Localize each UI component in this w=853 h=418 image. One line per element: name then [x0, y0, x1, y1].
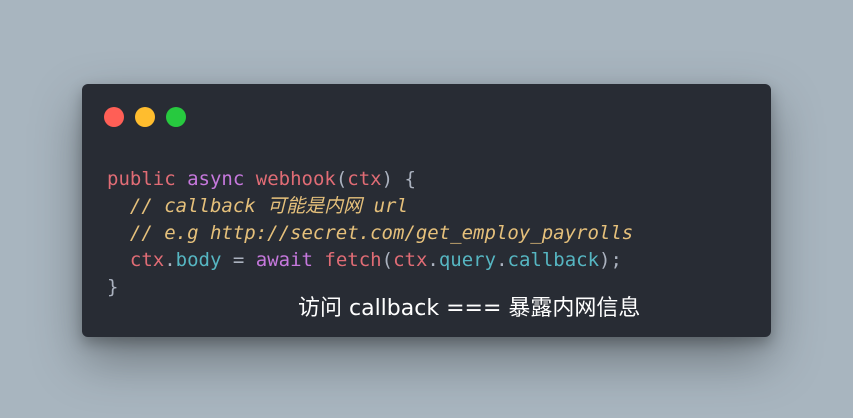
code-window: public async webhook(ctx) { // callback … — [82, 84, 771, 337]
code-token: ctx — [393, 249, 428, 271]
code-token: . — [164, 249, 176, 271]
code-line-3: // e.g http://secret.com/get_employ_payr… — [107, 220, 633, 247]
maximize-dot-icon[interactable] — [166, 107, 186, 127]
code-token: = — [221, 249, 256, 271]
code-block: public async webhook(ctx) { // callback … — [107, 166, 633, 301]
code-token: ( — [335, 168, 348, 190]
code-token: ctx — [347, 168, 382, 190]
code-token: ) { — [381, 168, 416, 190]
code-token: query — [438, 249, 497, 271]
code-line-2: // callback 可能是内网 url — [107, 193, 633, 220]
code-comment: // e.g http://secret.com/get_employ_payr… — [129, 222, 634, 244]
window-controls — [104, 107, 186, 127]
code-token: public — [107, 168, 176, 190]
code-comment: // callback 可能是内网 url — [129, 195, 408, 217]
code-token: . — [496, 249, 508, 271]
code-token: ); — [599, 249, 622, 271]
code-token: . — [427, 249, 439, 271]
code-token: webhook — [255, 168, 336, 190]
code-token: } — [107, 276, 119, 298]
code-token: ctx — [129, 249, 165, 271]
minimize-dot-icon[interactable] — [135, 107, 155, 127]
code-token: fetch — [324, 249, 382, 271]
code-token: async — [187, 168, 245, 190]
code-line-1: public async webhook(ctx) { — [107, 166, 633, 193]
caption-text: 访问 callback === 暴露内网信息 — [298, 296, 641, 321]
code-line-4: ctx.body = await fetch(ctx.query.callbac… — [107, 247, 633, 274]
code-token: callback — [507, 249, 600, 271]
close-dot-icon[interactable] — [104, 107, 124, 127]
code-token: await — [255, 249, 313, 271]
code-token: ( — [381, 249, 394, 271]
code-token: body — [175, 249, 222, 271]
